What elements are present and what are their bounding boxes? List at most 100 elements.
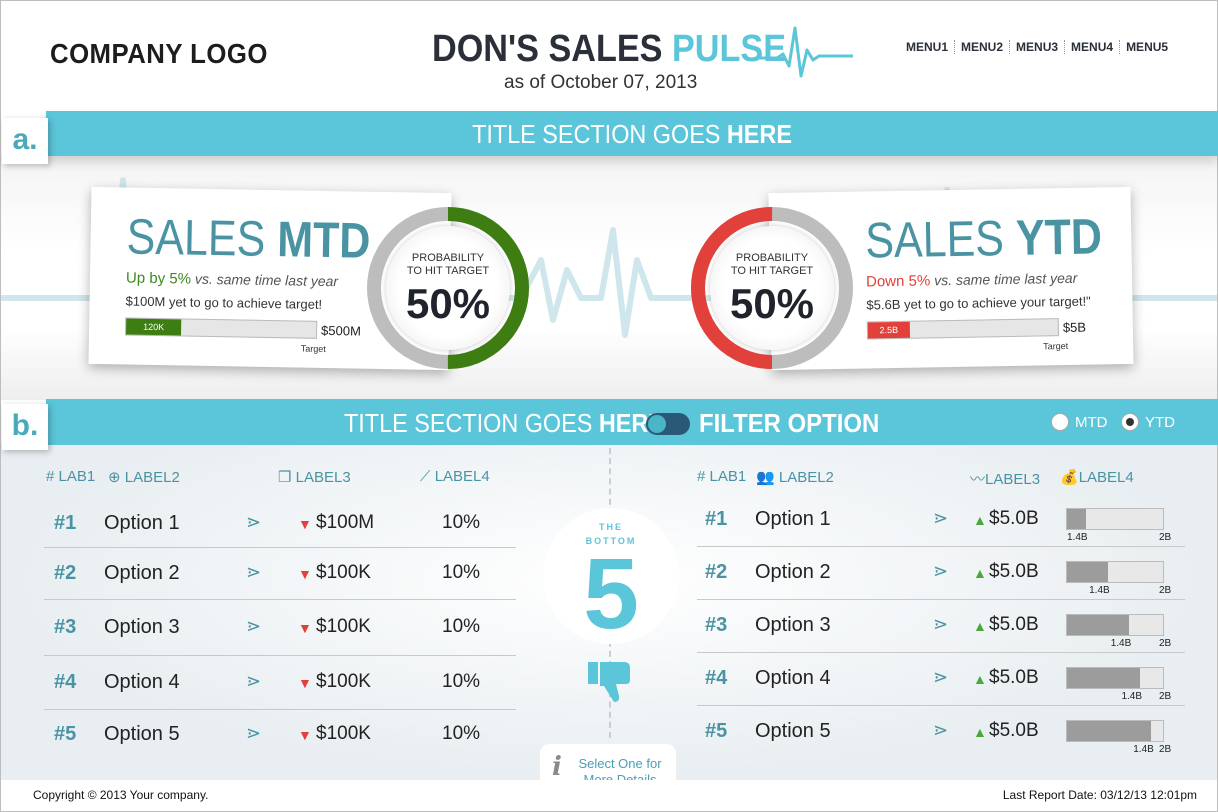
sales-mtd-target-label: Target bbox=[300, 343, 326, 354]
sales-mtd-progress-bar: 120K bbox=[124, 317, 318, 339]
row-expand-chevron-icon[interactable]: ⋗ bbox=[933, 508, 948, 529]
row-mini-bar-max: 2B bbox=[1159, 585, 1172, 596]
row-option: Option 5 bbox=[755, 720, 831, 742]
table-row: #4 Option 4 ⋗ ▼ $100K 10% bbox=[44, 656, 516, 710]
row-expand-chevron-icon[interactable]: ⋗ bbox=[933, 614, 948, 635]
right-col-header-label4[interactable]: 💰LABEL4 bbox=[1060, 468, 1134, 486]
last-report-date: Last Report Date: 03/12/13 12:01pm bbox=[1002, 788, 1197, 802]
up-arrow-icon: ▲ bbox=[973, 512, 987, 528]
bottom-five-badge: THE BOTTOM 5 bbox=[543, 508, 679, 644]
table-row: #3 Option 3 ⋗ ▼ $100K 10% bbox=[44, 600, 516, 656]
sales-mtd-progress-label: 120K bbox=[143, 321, 165, 333]
pulse-icon: 〰 bbox=[970, 471, 986, 488]
left-col-header-label4[interactable]: ⟋ LABEL4 bbox=[420, 468, 490, 485]
radio-ytd[interactable]: YTD bbox=[1121, 413, 1175, 431]
row-rank: #2 bbox=[54, 562, 77, 584]
row-mini-bar-fill bbox=[1067, 668, 1140, 688]
section-b-bar: TITLE SECTION GOES HERE FILTER OPTION MT… bbox=[46, 399, 1218, 445]
row-expand-chevron-icon[interactable]: ⋗ bbox=[246, 616, 261, 637]
row-expand-chevron-icon[interactable]: ⋗ bbox=[933, 667, 948, 688]
filter-toggle[interactable] bbox=[646, 413, 690, 435]
right-col-header-label3[interactable]: 〰LABEL3 bbox=[970, 468, 1040, 489]
row-expand-chevron-icon[interactable]: ⋗ bbox=[246, 562, 261, 583]
people-icon: 👥 bbox=[756, 469, 775, 486]
row-rank: #2 bbox=[705, 561, 728, 583]
row-expand-chevron-icon[interactable]: ⋗ bbox=[933, 720, 948, 741]
menu-item-1[interactable]: MENU1 bbox=[900, 40, 956, 54]
row-mini-bar: 1.4B 2B bbox=[1066, 720, 1171, 755]
bottom-five-number: 5 bbox=[583, 538, 639, 650]
right-col-header-label2-text: LABEL2 bbox=[778, 469, 834, 486]
down-arrow-icon: ▼ bbox=[298, 727, 312, 743]
sales-ytd-delta-suffix: vs. same time last year bbox=[930, 269, 1078, 289]
row-amount: $5.0B bbox=[989, 614, 1039, 635]
section-a-tag: a. bbox=[2, 118, 48, 164]
sales-ytd-progress-fill: 2.5B bbox=[867, 321, 910, 339]
footer: Copyright © 2013 Your company. Last Repo… bbox=[1, 780, 1217, 811]
sales-ytd-title-text: SALES bbox=[864, 209, 1017, 269]
row-mini-bar-max: 2B bbox=[1159, 744, 1172, 755]
row-mini-bar-max: 2B bbox=[1159, 691, 1172, 702]
right-col-header-label4-text: LABEL4 bbox=[1078, 469, 1134, 486]
menu-item-5[interactable]: MENU5 bbox=[1120, 40, 1174, 54]
row-option: Option 4 bbox=[755, 667, 831, 689]
company-logo[interactable]: COMPANY LOGO bbox=[50, 38, 268, 70]
sales-ytd-delta-value: 5% bbox=[908, 272, 931, 290]
row-expand-chevron-icon[interactable]: ⋗ bbox=[246, 512, 261, 533]
sales-mtd-to-go: $100M yet to go to achieve target! bbox=[125, 293, 323, 312]
menu-item-4[interactable]: MENU4 bbox=[1065, 40, 1121, 54]
table-row: #4 Option 4 ⋗ ▲ $5.0B 1.4B 2B bbox=[697, 653, 1185, 706]
section-b-tag: b. bbox=[2, 404, 48, 450]
row-mini-bar-fill bbox=[1067, 509, 1087, 529]
section-a-title-bold: HERE bbox=[726, 119, 792, 149]
section-b-title-text: TITLE SECTION GOES bbox=[344, 408, 599, 438]
row-expand-chevron-icon[interactable]: ⋗ bbox=[246, 671, 261, 692]
row-amount: $100K bbox=[316, 616, 371, 637]
left-col-header-label3[interactable]: ❒ LABEL3 bbox=[278, 468, 351, 486]
row-rank: #4 bbox=[54, 671, 77, 693]
row-expand-chevron-icon[interactable]: ⋗ bbox=[933, 561, 948, 582]
table-row: #2 Option 2 ⋗ ▼ $100K 10% bbox=[44, 548, 516, 600]
row-mini-bar-fill bbox=[1067, 615, 1130, 635]
row-mini-bar-fill bbox=[1067, 721, 1152, 741]
money-bag-icon: 💰 bbox=[1060, 469, 1079, 486]
row-option: Option 4 bbox=[104, 671, 180, 693]
sales-ytd-gauge-label-1: PROBABILITY bbox=[735, 252, 809, 264]
row-option: Option 3 bbox=[755, 614, 831, 636]
row-percent: 10% bbox=[442, 671, 481, 692]
row-option: Option 2 bbox=[755, 561, 831, 583]
left-col-header-lab1[interactable]: # LAB1 bbox=[46, 468, 95, 485]
sales-mtd-delta-suffix: vs. same time last year bbox=[190, 270, 339, 290]
table-row: #5 Option 5 ⋗ ▲ $5.0B 1.4B 2B bbox=[697, 706, 1185, 759]
radio-ytd-label: YTD bbox=[1145, 413, 1175, 431]
sales-mtd-delta: Up by 5% vs. same time last year bbox=[126, 269, 338, 290]
menu-item-2[interactable]: MENU2 bbox=[955, 40, 1011, 54]
menu-item-3[interactable]: MENU3 bbox=[1010, 40, 1066, 54]
sales-mtd-title: SALES MTD bbox=[126, 207, 371, 269]
sales-ytd-gauge-value: 50% bbox=[729, 280, 815, 327]
sales-mtd-delta-value: 5% bbox=[169, 270, 192, 288]
filter-option-label: FILTER OPTION bbox=[699, 408, 880, 438]
sales-mtd-gauge-label-2: TO HIT TARGET bbox=[406, 265, 490, 277]
row-mini-bar-fill bbox=[1067, 562, 1109, 582]
radio-mtd-dot[interactable] bbox=[1051, 413, 1069, 431]
right-col-header-label2[interactable]: 👥 LABEL2 bbox=[756, 468, 834, 486]
select-for-details-line1: Select One for bbox=[578, 756, 662, 771]
sales-mtd-gauge-value: 50% bbox=[405, 280, 491, 327]
row-amount: $100M bbox=[316, 512, 375, 533]
up-arrow-icon: ▲ bbox=[973, 618, 987, 634]
row-mini-bar-max: 2B bbox=[1159, 638, 1172, 649]
left-col-header-label2[interactable]: ⊕ LABEL2 bbox=[108, 468, 180, 486]
sales-mtd-bar-max: $500M bbox=[320, 322, 361, 339]
radio-ytd-dot[interactable] bbox=[1121, 413, 1139, 431]
right-col-header-lab1[interactable]: # LAB1 bbox=[697, 468, 746, 485]
radio-mtd[interactable]: MTD bbox=[1051, 413, 1108, 431]
select-for-details[interactable]: i Select One for More Details bbox=[540, 744, 676, 787]
sales-ytd-to-go: $5.6B yet to go to achieve your target!" bbox=[866, 293, 1091, 313]
thumbs-down-icon bbox=[588, 662, 630, 702]
bottom-five-line1: THE bbox=[599, 522, 623, 532]
sales-ytd-delta-prefix: Down bbox=[865, 272, 909, 291]
up-arrow-icon: ▲ bbox=[973, 671, 987, 687]
row-rank: #1 bbox=[54, 512, 77, 534]
row-expand-chevron-icon[interactable]: ⋗ bbox=[246, 723, 261, 744]
